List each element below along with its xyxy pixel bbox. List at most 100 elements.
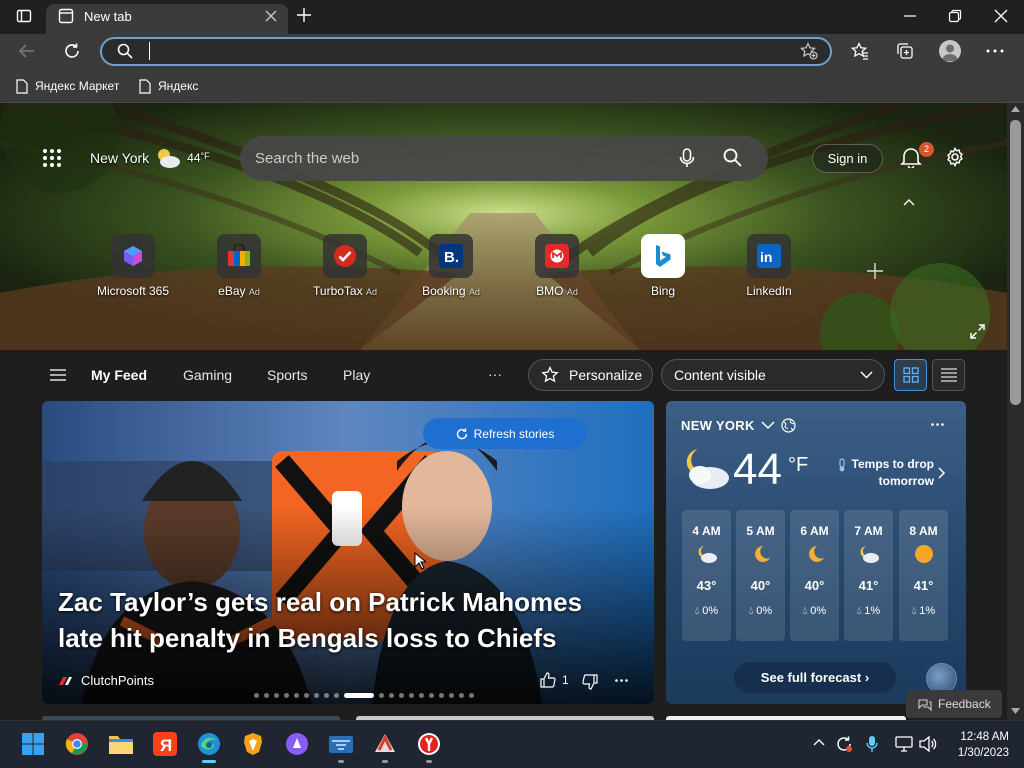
- pager-dot[interactable]: [419, 693, 424, 698]
- pager-dot[interactable]: [294, 693, 299, 698]
- pager-dot[interactable]: [304, 693, 309, 698]
- pager-dot[interactable]: [429, 693, 434, 698]
- windows-start-icon[interactable]: [20, 731, 46, 757]
- weather-alert[interactable]: Temps to drop tomorrow: [832, 456, 934, 490]
- weather-more-icon[interactable]: [931, 423, 944, 426]
- pager-dot[interactable]: [274, 693, 279, 698]
- close-tab-icon[interactable]: [265, 10, 277, 22]
- story-source[interactable]: ClutchPoints: [58, 673, 154, 688]
- pager-dot[interactable]: [264, 693, 269, 698]
- volume-icon[interactable]: [919, 736, 937, 752]
- show-hidden-icons-chevron-icon[interactable]: [813, 738, 825, 746]
- alice-icon[interactable]: [284, 731, 310, 757]
- close-window-icon[interactable]: [994, 9, 1008, 23]
- hourly-forecast-item[interactable]: 6 AM 40° 💧︎ 0%: [790, 510, 839, 641]
- pager-dot[interactable]: [334, 693, 339, 698]
- minimize-icon[interactable]: [903, 9, 917, 23]
- sync-icon[interactable]: [835, 735, 853, 753]
- pager-dot[interactable]: [284, 693, 289, 698]
- address-bar[interactable]: [100, 37, 832, 66]
- feed-more-tabs[interactable]: ···: [488, 366, 502, 382]
- restore-icon[interactable]: [948, 9, 962, 23]
- app-blue-icon[interactable]: [328, 731, 354, 757]
- brave-icon[interactable]: [240, 731, 266, 757]
- scroll-down-arrow-icon[interactable]: [1011, 708, 1020, 714]
- network-icon[interactable]: [895, 736, 913, 752]
- quick-link-ebay[interactable]: eBay Ad: [184, 234, 294, 298]
- feed-tab-sports[interactable]: Sports: [267, 367, 307, 383]
- pager-dot[interactable]: [379, 693, 384, 698]
- grid-layout-button[interactable]: [894, 359, 927, 391]
- refresh-stories-button[interactable]: Refresh stories: [423, 418, 587, 449]
- tab-actions-icon[interactable]: [16, 8, 32, 24]
- quick-link-turbotax[interactable]: TurboTax Ad: [290, 234, 400, 298]
- scroll-up-arrow-icon[interactable]: [1011, 106, 1020, 112]
- quick-link-booking[interactable]: B. Booking Ad: [396, 234, 506, 298]
- back-icon[interactable]: [18, 42, 36, 60]
- microphone-icon[interactable]: [679, 148, 695, 168]
- personalize-button[interactable]: Personalize: [528, 359, 653, 391]
- content-visible-dropdown[interactable]: Content visible: [661, 359, 885, 391]
- carousel-pager[interactable]: [254, 693, 474, 698]
- weather-city[interactable]: NEW YORK: [681, 418, 796, 433]
- expand-arrows-icon[interactable]: [970, 324, 985, 339]
- settings-more-icon[interactable]: [986, 49, 1004, 53]
- yandex-icon[interactable]: Я: [152, 731, 178, 757]
- chrome-icon[interactable]: [64, 731, 90, 757]
- feed-menu-icon[interactable]: [50, 369, 66, 381]
- tab-new-tab[interactable]: [46, 4, 288, 34]
- scrollbar-thumb[interactable]: [1010, 120, 1021, 405]
- feed-tab-play[interactable]: Play: [343, 367, 370, 383]
- profile-avatar[interactable]: [939, 40, 961, 62]
- file-explorer-icon[interactable]: [108, 731, 134, 757]
- apps-launcher-icon[interactable]: [42, 148, 62, 168]
- pager-dot[interactable]: [439, 693, 444, 698]
- pager-dot[interactable]: [409, 693, 414, 698]
- sign-in-button[interactable]: Sign in: [812, 144, 883, 173]
- pager-dot-active[interactable]: [344, 693, 374, 698]
- quick-link-bmo[interactable]: BMO Ad: [502, 234, 612, 298]
- page-settings-gear-icon[interactable]: [945, 147, 965, 167]
- clock[interactable]: 12:48 AM 1/30/2023: [945, 729, 1009, 761]
- hourly-forecast-item[interactable]: 4 AM 43° 💧︎ 0%: [682, 510, 731, 641]
- hourly-forecast-item[interactable]: 8 AM 41° 💧︎ 1%: [899, 510, 948, 641]
- web-search-icon[interactable]: [723, 148, 742, 167]
- feed-tab-gaming[interactable]: Gaming: [183, 367, 232, 383]
- add-favorite-icon[interactable]: [800, 42, 818, 60]
- pager-dot[interactable]: [459, 693, 464, 698]
- collections-icon[interactable]: [896, 42, 914, 60]
- story-more-icon[interactable]: [615, 679, 628, 682]
- story-headline[interactable]: Zac Taylor’s gets real on Patrick Mahome…: [58, 584, 648, 656]
- yandex-browser-icon[interactable]: [416, 731, 442, 757]
- thumbs-down-icon[interactable]: [582, 674, 598, 690]
- bookmark-yandex-market[interactable]: Яндекс Маркет: [16, 76, 119, 96]
- pager-dot[interactable]: [389, 693, 394, 698]
- hourly-forecast-item[interactable]: 5 AM 40° 💧︎ 0%: [736, 510, 785, 641]
- bookmark-yandex[interactable]: Яндекс: [139, 76, 198, 96]
- add-quick-link-plus-icon[interactable]: [866, 262, 884, 280]
- list-layout-button[interactable]: [932, 359, 965, 391]
- edge-icon[interactable]: [196, 731, 222, 757]
- pager-dot[interactable]: [399, 693, 404, 698]
- hourly-forecast-item[interactable]: 7 AM 41° 💧︎ 1%: [844, 510, 893, 641]
- app-red-white-icon[interactable]: [372, 731, 398, 757]
- see-full-forecast-button[interactable]: See full forecast ›: [734, 662, 896, 693]
- pager-dot[interactable]: [254, 693, 259, 698]
- pager-dot[interactable]: [324, 693, 329, 698]
- feed-tab-my-feed[interactable]: My Feed: [91, 367, 147, 383]
- microphone-tray-icon[interactable]: [866, 735, 878, 753]
- like-button[interactable]: 1: [540, 672, 569, 688]
- quick-link-bing[interactable]: Bing: [608, 234, 718, 298]
- quick-link-microsoft-365[interactable]: Microsoft 365: [78, 234, 188, 298]
- pager-dot[interactable]: [314, 693, 319, 698]
- quick-link-linkedin[interactable]: in LinkedIn: [714, 234, 824, 298]
- pager-dot[interactable]: [449, 693, 454, 698]
- refresh-icon[interactable]: [63, 42, 81, 60]
- collapse-chevron-up-icon[interactable]: [903, 198, 915, 206]
- chevron-right-icon[interactable]: [938, 467, 946, 479]
- feedback-button[interactable]: Feedback: [906, 690, 1002, 718]
- new-tab-plus-icon[interactable]: [296, 7, 312, 23]
- pager-dot[interactable]: [469, 693, 474, 698]
- favorites-icon[interactable]: [851, 42, 869, 60]
- header-weather[interactable]: New York 44°F: [90, 146, 210, 170]
